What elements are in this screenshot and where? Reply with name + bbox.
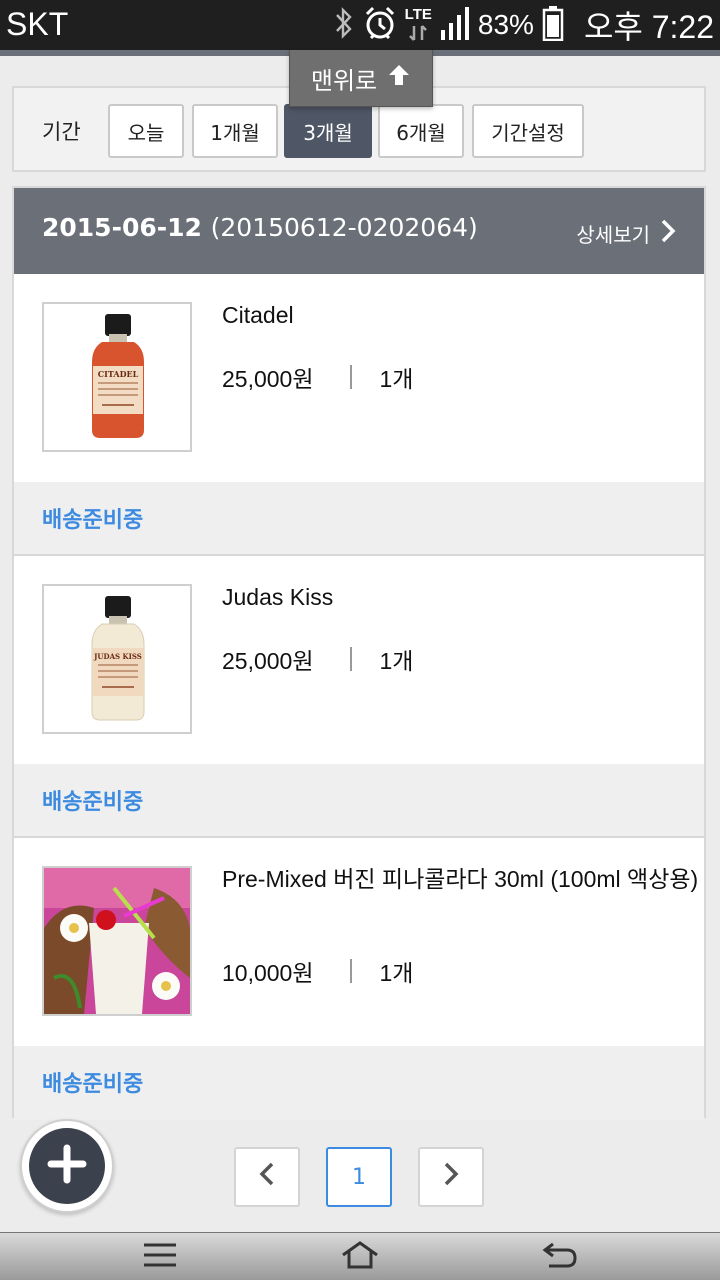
arrow-up-icon	[387, 63, 411, 93]
bluetooth-icon	[333, 6, 355, 45]
item-meta: 10,000원 1개	[222, 954, 413, 988]
scroll-to-top-button[interactable]: 맨위로	[289, 50, 433, 107]
pagination-next-button[interactable]	[418, 1147, 484, 1207]
network-label: LTE	[404, 6, 432, 23]
item-price: 25,000원	[222, 366, 314, 392]
item-status: 배송준비중	[42, 508, 144, 533]
pina-colada-image	[42, 866, 192, 1016]
item-price: 10,000원	[222, 960, 314, 986]
judas-kiss-label-text: JUDAS KISS	[93, 652, 142, 661]
alarm-icon	[363, 5, 397, 46]
item-status-bar: 배송준비중	[14, 764, 704, 838]
period-custom-button[interactable]: 기간설정	[472, 104, 584, 158]
meta-divider	[349, 365, 352, 389]
add-fab-inner	[29, 1128, 105, 1204]
clock: 오후 7:22	[583, 9, 714, 45]
order-card: 2015-06-12 (20150612-0202064) 상세보기 CITAD…	[12, 186, 706, 1120]
carrier-label: SKT	[6, 6, 69, 42]
battery-percent: 83%	[477, 9, 534, 40]
period-1month-button[interactable]: 1개월	[192, 104, 278, 158]
item-quantity: 1개	[379, 648, 414, 674]
chevron-right-icon	[660, 218, 676, 249]
order-detail-label: 상세보기	[576, 223, 650, 247]
order-item-body: Pre-Mixed 버진 피나콜라다 30ml (100ml 액상용) 10,0…	[14, 838, 704, 1046]
status-bar: SKT LTE 83% 오후 7:22	[0, 0, 720, 50]
period-today-button[interactable]: 오늘	[108, 104, 184, 158]
back-button[interactable]	[530, 1239, 590, 1275]
order-item-body: CITADEL Citadel 25,000원 1개	[14, 274, 704, 482]
order-date: 2015-06-12	[42, 213, 202, 242]
order-detail-link[interactable]: 상세보기	[576, 218, 676, 249]
home-icon	[340, 1240, 380, 1274]
chevron-right-icon	[443, 1161, 459, 1193]
lte-indicator: LTE	[404, 6, 432, 42]
item-price: 25,000원	[222, 648, 314, 674]
chevron-left-icon	[259, 1161, 275, 1193]
order-number: (20150612-0202064)	[210, 213, 478, 242]
menu-button[interactable]	[130, 1239, 190, 1275]
system-nav-bar	[0, 1232, 720, 1280]
period-3month-button[interactable]: 3개월	[284, 104, 372, 158]
scroll-to-top-label: 맨위로	[310, 66, 378, 95]
battery-icon	[542, 5, 564, 46]
period-label: 기간	[42, 120, 81, 144]
item-name: Pre-Mixed 버진 피나콜라다 30ml (100ml 액상용)	[222, 866, 699, 892]
item-quantity: 1개	[379, 366, 414, 392]
back-icon	[541, 1240, 579, 1274]
status-icons: LTE 83% 오후 7:22	[333, 4, 714, 46]
order-header[interactable]: 2015-06-12 (20150612-0202064) 상세보기	[14, 188, 704, 274]
home-button[interactable]	[330, 1239, 390, 1275]
citadel-bottle-image: CITADEL	[42, 302, 192, 452]
meta-divider	[349, 647, 352, 671]
item-name: Judas Kiss	[222, 584, 334, 610]
item-meta: 25,000원 1개	[222, 642, 413, 676]
judas-kiss-bottle-image: JUDAS KISS	[42, 584, 192, 734]
order-date-line: 2015-06-12 (20150612-0202064)	[42, 213, 478, 242]
plus-icon	[47, 1144, 87, 1188]
item-quantity: 1개	[379, 960, 414, 986]
order-item-body: JUDAS KISS Judas Kiss 25,000원 1개	[14, 556, 704, 764]
item-name: Citadel	[222, 302, 294, 328]
menu-icon	[143, 1242, 177, 1272]
item-status-bar: 배송준비중	[14, 1046, 704, 1120]
item-status: 배송준비중	[42, 790, 144, 815]
item-meta: 25,000원 1개	[222, 360, 413, 394]
add-fab-button[interactable]	[20, 1119, 114, 1213]
item-status: 배송준비중	[42, 1072, 144, 1097]
pagination-prev-button[interactable]	[234, 1147, 300, 1207]
citadel-label-text: CITADEL	[98, 369, 139, 379]
period-6month-button[interactable]: 6개월	[378, 104, 464, 158]
pagination-page-current[interactable]: 1	[326, 1147, 392, 1207]
item-status-bar: 배송준비중	[14, 482, 704, 556]
meta-divider	[349, 959, 352, 983]
signal-icon	[440, 6, 470, 45]
